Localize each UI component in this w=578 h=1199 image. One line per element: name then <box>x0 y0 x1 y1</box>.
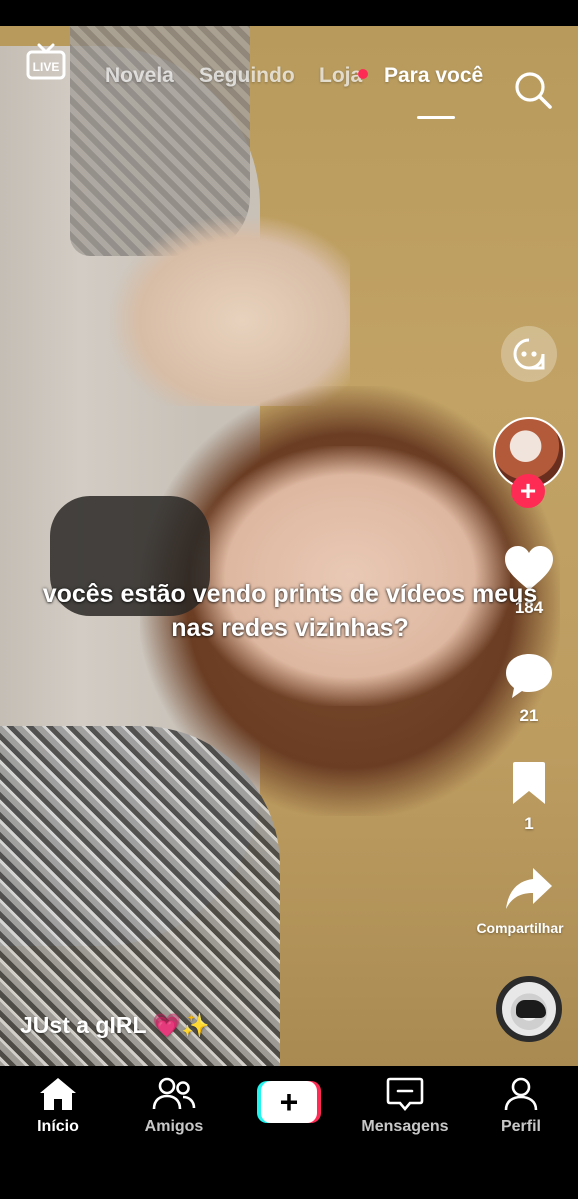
save-count: 1 <box>524 814 534 833</box>
nav-label: Amigos <box>144 1118 204 1135</box>
tab-para-voce[interactable]: Para você <box>384 64 483 88</box>
video-scene-hand <box>110 216 350 406</box>
nav-label: Início <box>37 1118 79 1135</box>
nav-label: Mensagens <box>361 1118 449 1135</box>
tab-loja[interactable]: Loja <box>319 64 362 88</box>
nav-amigos[interactable]: Amigos <box>119 1066 229 1146</box>
share-label: Compartilhar <box>476 920 564 936</box>
follow-button[interactable]: + <box>511 474 545 508</box>
status-bar <box>0 0 578 26</box>
sound-thumbnail <box>516 1000 546 1018</box>
creator-username[interactable]: JUst a gIRL 💗✨ <box>20 1012 210 1039</box>
notification-dot <box>358 69 368 79</box>
live-icon[interactable]: LIVE <box>26 42 66 82</box>
plus-icon: + <box>261 1081 317 1123</box>
home-icon <box>40 1078 76 1110</box>
live-label: LIVE <box>33 60 60 74</box>
nav-mensagens[interactable]: Mensagens <box>350 1066 460 1146</box>
video-scene-face <box>190 446 510 706</box>
tab-novela[interactable]: Novela <box>105 64 174 88</box>
profile-icon <box>504 1077 538 1111</box>
nav-label: Perfil <box>500 1118 541 1135</box>
nav-inicio[interactable]: Início <box>3 1066 113 1146</box>
friends-icon <box>152 1077 196 1110</box>
ai-assistant-button[interactable] <box>501 326 557 382</box>
nav-perfil[interactable]: Perfil <box>466 1066 576 1146</box>
video-player[interactable] <box>0 26 578 1066</box>
top-navigation: LIVE Novela Seguindo Loja Para você <box>0 26 578 119</box>
active-tab-indicator <box>417 116 455 119</box>
comment-count: 21 <box>519 706 539 725</box>
search-icon[interactable] <box>513 70 553 110</box>
share-icon[interactable] <box>504 866 554 912</box>
video-caption: vocês estão vendo prints de vídeos meus … <box>42 580 538 642</box>
comment-icon[interactable] <box>504 652 554 700</box>
inbox-icon <box>386 1077 424 1112</box>
tab-seguindo[interactable]: Seguindo <box>199 64 295 88</box>
ai-chat-icon <box>513 338 545 370</box>
create-button[interactable]: + <box>257 1081 321 1123</box>
bookmark-icon[interactable] <box>510 760 548 806</box>
sound-disc[interactable] <box>496 976 562 1042</box>
